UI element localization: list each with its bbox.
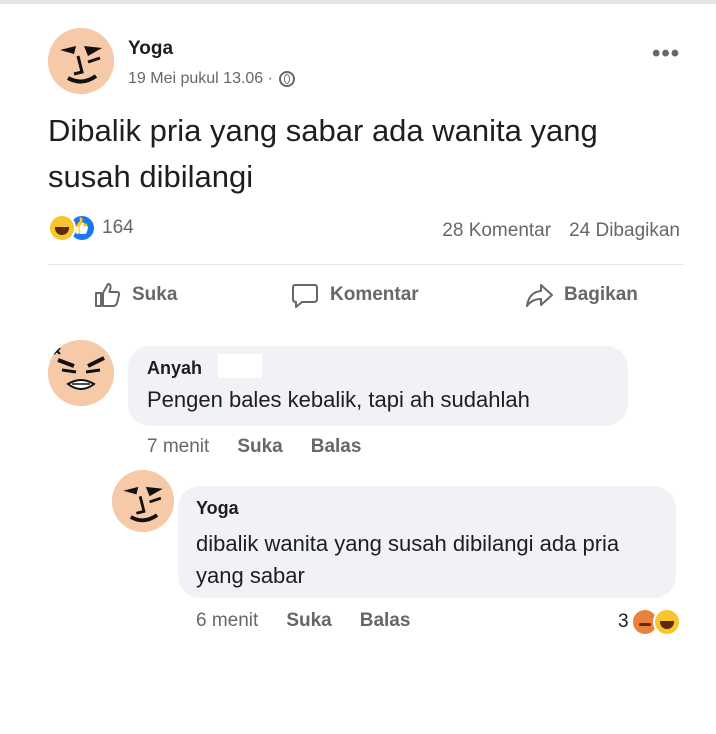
share-label: Bagikan [564, 284, 638, 305]
post-timestamp[interactable]: 19 Mei pukul 13.06 · [128, 70, 273, 88]
like-button[interactable]: Suka [92, 280, 177, 310]
reply-actions: 6 menit Suka Balas [196, 610, 410, 632]
reply-like-button[interactable]: Suka [286, 610, 331, 632]
comment-like-button[interactable]: Suka [237, 436, 282, 458]
reactions-summary[interactable]: 164 [48, 214, 134, 242]
reply-reply-button[interactable]: Balas [360, 610, 411, 632]
comment-text: Pengen bales kebalik, tapi ah sudahlah [147, 387, 530, 412]
meme-face-icon [48, 28, 114, 94]
reply-time[interactable]: 6 menit [196, 610, 258, 632]
haha-icon [48, 214, 76, 242]
comment-bubble-icon [292, 284, 318, 308]
reaction-count: 164 [102, 217, 134, 238]
reply-text: dibalik wanita yang susah dibilangi ada … [196, 531, 620, 588]
reply-reaction-count: 3 [618, 611, 629, 632]
meme-face-icon [112, 470, 174, 532]
comment-actions: 7 menit Suka Balas [147, 436, 361, 458]
post-text: Dibalik pria yang sabar ada wanita yang … [48, 113, 598, 194]
comment-reply-button[interactable]: Balas [311, 436, 362, 458]
comment-time[interactable]: 7 menit [147, 436, 209, 458]
reply-author-avatar[interactable] [112, 470, 174, 532]
divider [48, 264, 684, 265]
redacted-surname [218, 354, 262, 378]
comment-label: Komentar [330, 284, 419, 305]
reply-reactions[interactable]: 3 [618, 608, 681, 636]
shares-count[interactable]: 24 Dibagikan [569, 220, 680, 242]
share-button[interactable]: Bagikan [524, 280, 638, 310]
thumbs-up-icon [95, 283, 121, 307]
share-arrow-icon [526, 284, 553, 307]
more-options-button[interactable]: ••• [652, 40, 680, 68]
like-label: Suka [132, 284, 178, 305]
comments-count[interactable]: 28 Komentar [442, 220, 551, 242]
post-meta: 19 Mei pukul 13.06 · [128, 70, 295, 88]
top-border [0, 0, 716, 4]
haha-icon [652, 608, 681, 636]
comment-button[interactable]: Komentar [290, 280, 419, 310]
author-avatar[interactable] [48, 28, 114, 94]
globe-icon [278, 71, 295, 87]
comment-author[interactable]: Anyah [147, 358, 202, 379]
post-author-name[interactable]: Yoga [128, 38, 173, 60]
meme-face-icon [48, 340, 114, 406]
post-stats: 28 Komentar 24 Dibagikan [442, 220, 680, 242]
commenter-avatar[interactable] [48, 340, 114, 406]
reply-author[interactable]: Yoga [196, 498, 239, 519]
